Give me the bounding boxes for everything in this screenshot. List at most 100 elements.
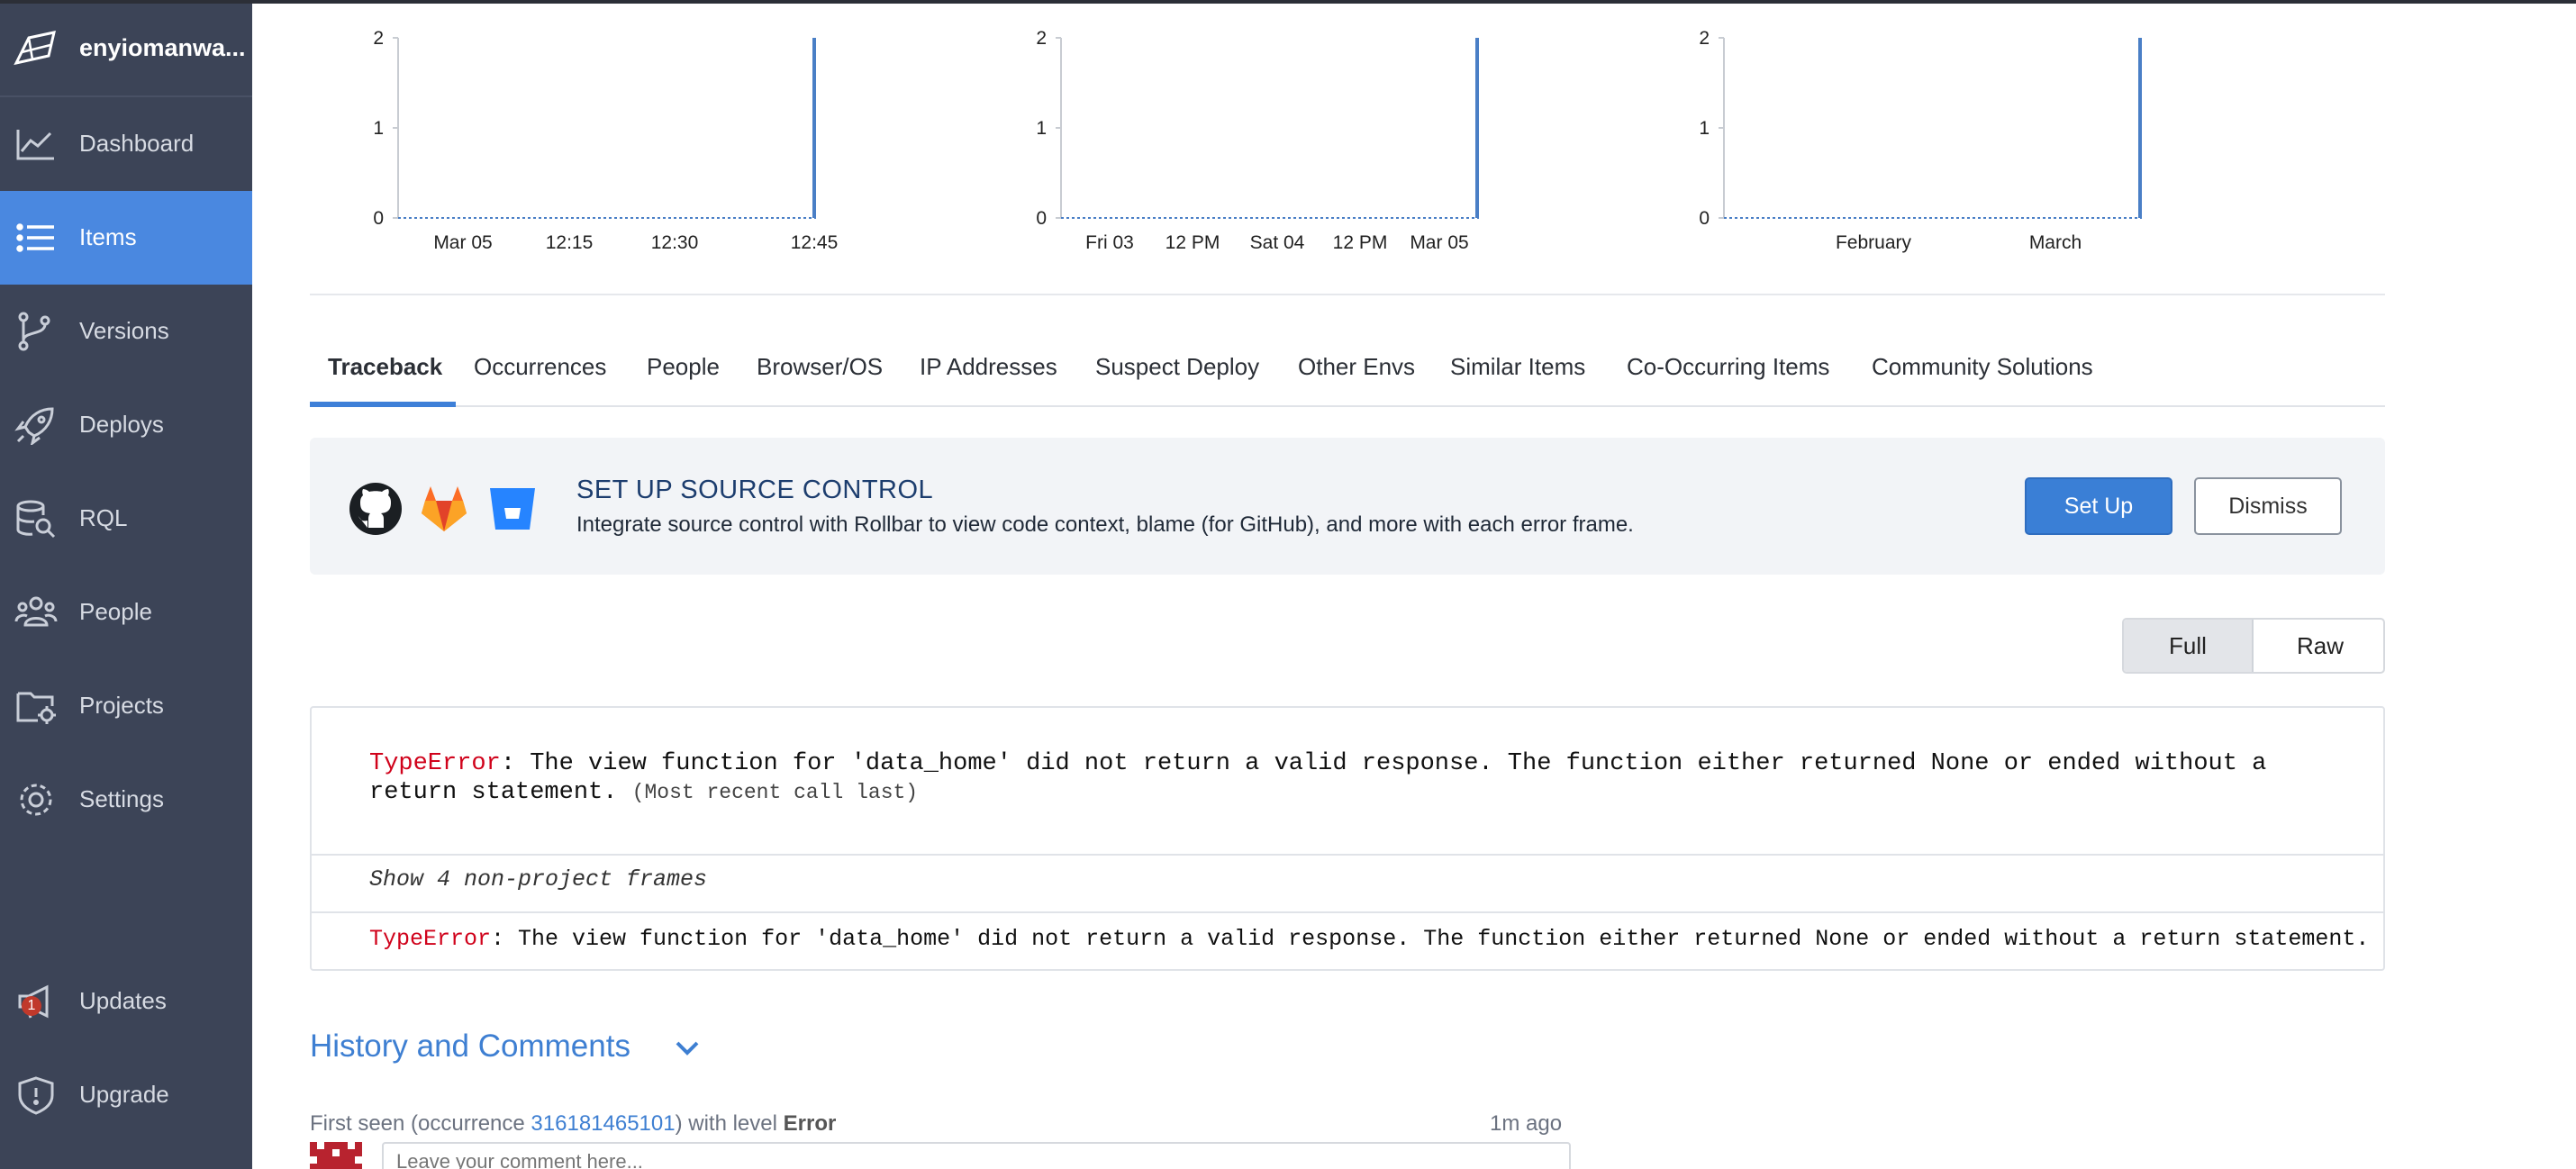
nav-rql[interactable]: RQL (0, 472, 252, 566)
final-error-message: : The view function for 'data_home' did … (491, 926, 2370, 952)
banner-title: SET UP SOURCE CONTROL (576, 476, 934, 504)
tab-other-envs[interactable]: Other Envs (1298, 353, 1415, 381)
chart-line-icon (16, 130, 54, 160)
github-icon[interactable] (348, 481, 404, 537)
nav-items-label: Items (79, 223, 137, 250)
divider (312, 854, 2383, 856)
sidebar: enyiomanwa... Dashboard Items Versions D… (0, 0, 2576, 1169)
nav-dashboard-label: Dashboard (79, 130, 195, 157)
y-tick-label: 2 (1699, 28, 1710, 49)
tab-occurrences[interactable]: Occurrences (474, 353, 606, 381)
nav-versions-label: Versions (79, 317, 169, 344)
nav-items[interactable]: Items (0, 191, 252, 285)
people-icon (14, 596, 58, 627)
y-tick-label: 1 (1699, 118, 1710, 139)
rocket-icon (14, 407, 54, 445)
nav-versions[interactable]: Versions (0, 285, 252, 378)
chevron-down-icon[interactable] (672, 1038, 703, 1059)
show-hidden-frames-link[interactable]: Show 4 non-project frames (369, 866, 707, 893)
history-title[interactable]: History and Comments (310, 1029, 630, 1065)
tab-co-occurring-items[interactable]: Co-Occurring Items (1627, 353, 1829, 381)
setup-button[interactable]: Set Up (2025, 477, 2172, 535)
tab-similar-items[interactable]: Similar Items (1450, 353, 1585, 381)
nav-projects-label: Projects (79, 692, 164, 719)
occurrence-bar (2138, 38, 2142, 218)
nav-deploys[interactable]: Deploys (0, 378, 252, 472)
x-tick-label: Sat 04 (1250, 232, 1305, 253)
branch-icon (18, 312, 50, 351)
x-tick-label: Mar 05 (433, 232, 492, 253)
traceback-panel: TypeError: The view function for 'data_h… (310, 706, 2385, 971)
nav-upgrade-label: Upgrade (79, 1081, 169, 1108)
org-switcher[interactable]: enyiomanwa... (0, 0, 252, 97)
x-tick-label: 12 PM (1333, 232, 1388, 253)
x-tick-label: February (1836, 232, 1912, 253)
traceback-header: TypeError: The view function for 'data_h… (369, 749, 2342, 807)
nav-settings[interactable]: Settings (0, 753, 252, 847)
comment-box (382, 1142, 1571, 1169)
y-tick-label: 0 (1036, 208, 1047, 229)
tab-suspect-deploy[interactable]: Suspect Deploy (1095, 353, 1259, 381)
bitbucket-icon[interactable] (485, 481, 540, 537)
traceback-final-line: TypeError: The view function for 'data_h… (369, 926, 2369, 952)
nav-people[interactable]: People (0, 566, 252, 659)
divider (312, 911, 2383, 913)
database-search-icon (16, 500, 56, 539)
nav-dashboard[interactable]: Dashboard (0, 97, 252, 191)
occurrence-bar (812, 38, 816, 218)
y-tick-label: 1 (373, 118, 384, 139)
nav-rql-label: RQL (79, 504, 128, 531)
gear-icon (20, 784, 52, 816)
x-tick-label: Fri 03 (1085, 232, 1134, 253)
nav-settings-label: Settings (79, 785, 164, 812)
tab-traceback[interactable]: Traceback (328, 353, 442, 381)
gitlab-icon[interactable] (416, 481, 472, 537)
nav-people-label: People (79, 598, 152, 625)
shield-icon (18, 1076, 54, 1115)
x-tick-label: 12:15 (546, 232, 594, 253)
list-icon (16, 223, 54, 252)
dismiss-button[interactable]: Dismiss (2194, 477, 2342, 535)
error-type: TypeError (369, 750, 501, 777)
x-tick-label: 12 PM (1166, 232, 1220, 253)
tab-community-solutions[interactable]: Community Solutions (1872, 353, 2093, 381)
active-tab-indicator (310, 402, 456, 407)
recent-call-note: (Most recent call last) (631, 781, 919, 804)
x-tick-label: March (2029, 232, 2082, 253)
nav-upgrade[interactable]: Upgrade (0, 1048, 252, 1142)
occurrence-link[interactable]: 316181465101 (531, 1111, 675, 1136)
first-seen-line: First seen (occurrence 316181465101) wit… (310, 1111, 836, 1137)
tab-browser-os[interactable]: Browser/OS (757, 353, 883, 381)
tab-people[interactable]: People (647, 353, 720, 381)
nav-updates[interactable]: 1 Updates (0, 955, 252, 1048)
nav-projects[interactable]: Projects (0, 659, 252, 753)
first-seen-mid: ) with level (675, 1111, 784, 1136)
nav-updates-label: Updates (79, 987, 167, 1014)
y-tick-label: 2 (373, 28, 384, 49)
org-name: enyiomanwa... (79, 34, 246, 61)
occurrences-chart-hour: 0 1 2 Mar 05 12:15 12:30 12:45 (373, 28, 839, 253)
x-tick-label: 12:45 (791, 232, 839, 253)
nav-deploys-label: Deploys (79, 411, 164, 438)
y-tick-label: 0 (1699, 208, 1710, 229)
item-tabs: Traceback Occurrences People Browser/OS … (310, 333, 2385, 407)
traceback-view-toggle: Full Raw (2122, 618, 2385, 674)
first-seen-time: 1m ago (1490, 1111, 1563, 1136)
tab-ip-addresses[interactable]: IP Addresses (920, 353, 1057, 381)
folder-gear-icon (16, 692, 56, 724)
y-tick-label: 0 (373, 208, 384, 229)
raw-view-button[interactable]: Raw (2255, 620, 2383, 672)
full-view-button[interactable]: Full (2124, 620, 2254, 672)
rollbar-logo-icon (14, 31, 56, 66)
level-label: Error (783, 1111, 837, 1136)
y-tick-label: 1 (1036, 118, 1047, 139)
updates-badge: 1 (22, 996, 41, 1016)
x-tick-label: Mar 05 (1410, 232, 1468, 253)
avatar (310, 1142, 362, 1169)
final-error-type: TypeError (369, 926, 492, 952)
occurrences-chart-month: 0 1 2 February March (1699, 28, 2142, 253)
y-tick-label: 2 (1036, 28, 1047, 49)
banner-description: Integrate source control with Rollbar to… (576, 512, 1634, 537)
comment-input[interactable] (384, 1144, 1569, 1169)
x-tick-label: 12:30 (651, 232, 699, 253)
